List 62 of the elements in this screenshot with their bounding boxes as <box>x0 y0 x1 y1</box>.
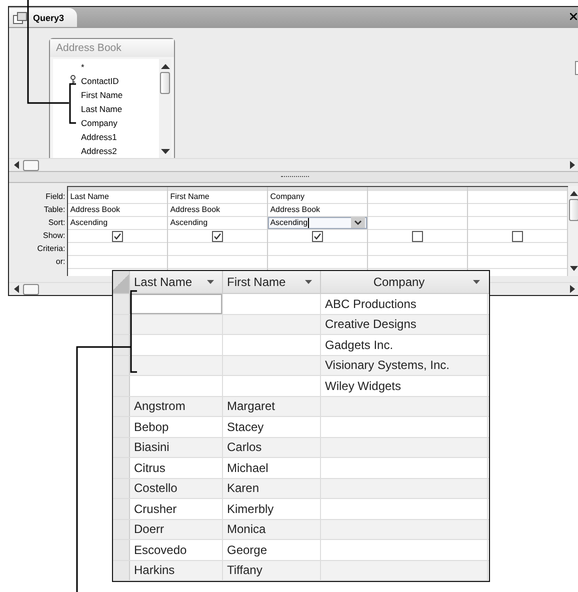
grid-cell[interactable]: Ascending <box>170 218 208 227</box>
table-cell: Crusher <box>134 502 177 516</box>
table-row[interactable]: Costello Karen <box>113 478 489 499</box>
grid-cell[interactable]: Company <box>270 192 304 201</box>
query-tab[interactable]: Query3 <box>9 8 77 27</box>
table-cell: Citrus <box>134 460 166 475</box>
column-header[interactable]: Company <box>321 271 488 293</box>
table-cell: Bebop <box>134 420 169 434</box>
grid-cell[interactable]: Last Name <box>70 192 109 201</box>
table-cell: Doerr <box>134 522 164 536</box>
grid-cell[interactable]: Address Book <box>170 205 220 214</box>
table-cell: Karen <box>227 481 260 496</box>
row-label: Sort: <box>48 217 66 229</box>
table-cell: Creative Designs <box>325 317 416 332</box>
grid-cell[interactable]: Ascending <box>70 218 108 227</box>
table-cell: Kimerbly <box>227 502 274 516</box>
table-row[interactable]: Doerr Monica <box>113 520 489 540</box>
table-cell: Wiley Widgets <box>325 378 402 393</box>
row-label: Field: <box>46 191 66 203</box>
sort-cell[interactable]: Ascending <box>268 217 368 230</box>
table-row[interactable]: Angstrom Margaret <box>113 396 489 417</box>
table-cell: ABC Productions <box>325 296 416 311</box>
row-label: Show: <box>42 230 66 242</box>
table-cell: Harkins <box>134 563 175 578</box>
column-header[interactable]: Last Name <box>130 271 223 293</box>
table-cell: Margaret <box>227 399 276 414</box>
table-cell: Michael <box>227 460 268 475</box>
table-cell: George <box>227 542 268 557</box>
table-row[interactable]: Biasini Carlos <box>113 438 489 458</box>
table-cell: Monica <box>227 522 266 536</box>
table-cell: Stacey <box>227 420 264 434</box>
field-name[interactable]: Last Name <box>81 104 122 114</box>
row-label: Criteria: <box>37 243 66 255</box>
table-cell: Costello <box>134 481 178 496</box>
table-row[interactable]: Creative Designs <box>113 314 489 335</box>
sort-cell[interactable]: Ascending <box>168 217 268 230</box>
table-cell: Angstrom <box>134 399 186 414</box>
window-title: Query3 <box>33 12 64 22</box>
field-name[interactable]: Address2 <box>81 146 117 156</box>
grid-cell[interactable]: First Name <box>170 192 210 201</box>
row-label: or: <box>56 256 66 268</box>
grid-cell[interactable]: Address Book <box>270 205 320 214</box>
grid-cell[interactable]: Ascending <box>270 218 308 227</box>
field-name[interactable]: First Name <box>81 90 123 100</box>
grid-cell[interactable]: Address Book <box>70 205 120 214</box>
table-cell: Gadgets Inc. <box>325 338 394 352</box>
table-row[interactable]: Harkins Tiffany <box>113 560 489 581</box>
table-cell: Visionary Systems, Inc. <box>325 358 450 372</box>
sort-cell[interactable]: Ascending <box>68 217 168 230</box>
field-name[interactable]: Address1 <box>81 132 117 142</box>
field-name[interactable]: ContactID <box>81 76 119 86</box>
table-cell: Tiffany <box>227 563 262 578</box>
table-title: Address Book <box>50 39 174 57</box>
table-row[interactable]: ABC Productions <box>113 294 489 314</box>
field-name[interactable]: Company <box>81 118 118 128</box>
table-row[interactable]: Visionary Systems, Inc. <box>113 356 489 376</box>
table-cell: Escovedo <box>134 542 187 557</box>
table-cell: Biasini <box>134 440 170 454</box>
column-header[interactable]: First Name <box>223 271 321 293</box>
row-label: Table: <box>44 204 66 216</box>
field-name[interactable]: * <box>81 62 84 72</box>
table-cell: Carlos <box>227 440 262 454</box>
